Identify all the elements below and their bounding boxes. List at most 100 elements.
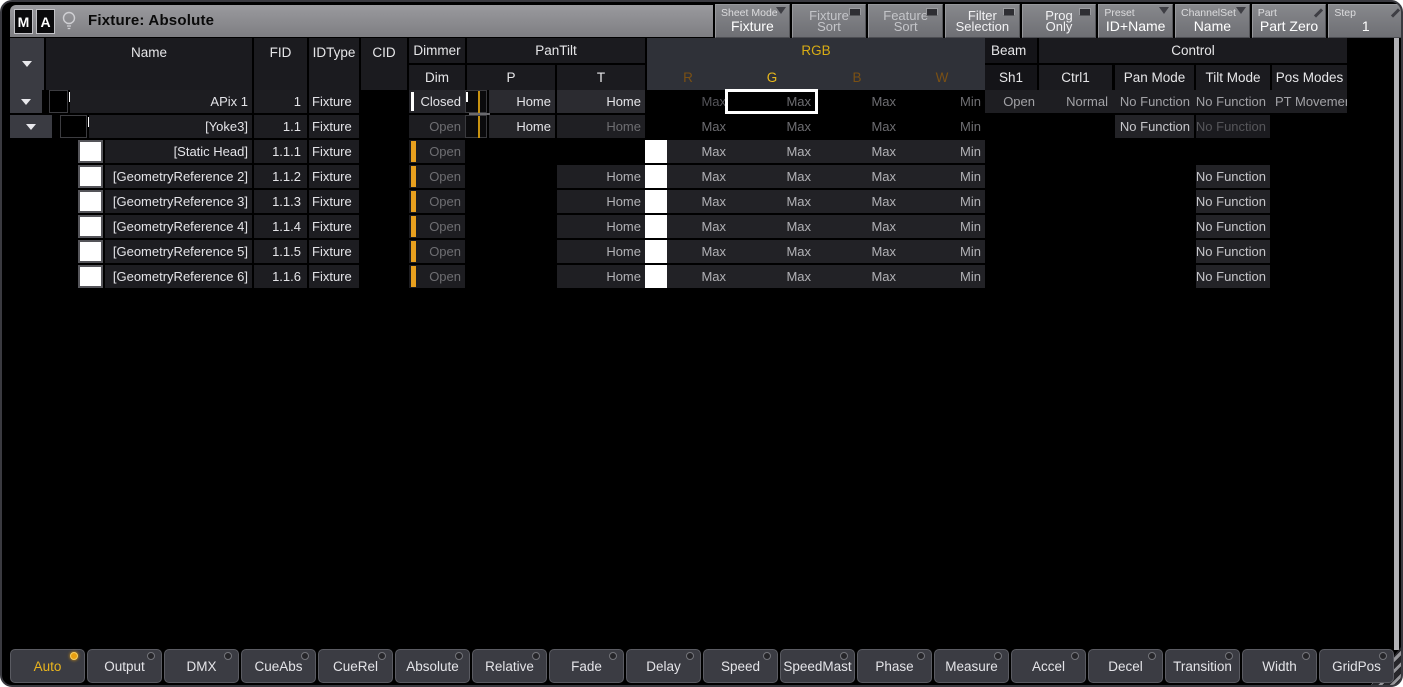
tab-fade[interactable]: Fade <box>549 649 624 683</box>
tab-decel[interactable]: Decel <box>1088 649 1163 683</box>
title-bar[interactable]: M A Fixture: Absolute <box>10 5 713 37</box>
cell-g[interactable]: Max <box>730 140 815 163</box>
column-header-green[interactable]: G <box>730 65 814 90</box>
cell-tilt-mode[interactable]: No Function <box>1196 215 1270 238</box>
group-header-control[interactable]: Control <box>1039 38 1347 63</box>
cell-idtype[interactable]: Fixture <box>309 240 359 263</box>
cell-g[interactable]: Max <box>730 190 815 213</box>
cell-tilt-mode[interactable]: No Function <box>1196 240 1270 263</box>
topbar-button-part[interactable]: PartPart Zero <box>1252 4 1327 38</box>
cell-w[interactable]: Min <box>900 240 985 263</box>
cell-fid[interactable]: 1.1 <box>254 115 307 138</box>
cell-w[interactable]: Min <box>900 265 985 288</box>
cell-idtype[interactable]: Fixture <box>309 90 359 113</box>
cell-b[interactable]: Max <box>815 140 900 163</box>
cell-r[interactable]: Max <box>645 165 730 188</box>
cell-dimmer[interactable]: Closed <box>409 90 465 113</box>
group-header-rgb[interactable]: RGB <box>647 38 985 63</box>
cell-pan-mode[interactable]: No Function <box>1115 115 1194 138</box>
topbar-button-prog-only[interactable]: ProgOnly <box>1022 4 1097 38</box>
tab-transition[interactable]: Transition <box>1165 649 1240 683</box>
cell-r[interactable]: Max <box>645 115 730 138</box>
cell-w[interactable]: Min <box>900 140 985 163</box>
cell-name[interactable]: [GeometryReference 2] <box>105 165 252 188</box>
column-header-pos-modes[interactable]: Pos Modes <box>1272 65 1347 90</box>
cell-r[interactable]: Max <box>645 90 730 113</box>
cell-tilt[interactable]: Home <box>557 240 645 263</box>
column-header-red[interactable]: R <box>647 65 729 90</box>
column-header-blue[interactable]: B <box>815 65 899 90</box>
cell-w[interactable]: Min <box>900 90 985 113</box>
table-row[interactable]: [GeometryReference 2]1.1.2FixtureOpenHom… <box>2 165 1403 188</box>
cell-w[interactable]: Min <box>900 190 985 213</box>
cell-name[interactable]: [GeometryReference 6] <box>105 265 252 288</box>
tab-phase[interactable]: Phase <box>857 649 932 683</box>
column-header-fid[interactable]: FID <box>254 38 307 90</box>
tab-measure[interactable]: Measure <box>934 649 1009 683</box>
tab-delay[interactable]: Delay <box>626 649 701 683</box>
cell-dimmer[interactable]: Open <box>409 190 465 213</box>
cell-name[interactable]: [GeometryReference 5] <box>105 240 252 263</box>
cell-r[interactable]: Max <box>645 265 730 288</box>
tab-speed[interactable]: Speed <box>703 649 778 683</box>
cell-tilt-mode[interactable]: No Function <box>1196 90 1270 113</box>
tree-collapse-header[interactable] <box>10 38 44 90</box>
cell-r[interactable]: Max <box>645 240 730 263</box>
cell-g[interactable]: Max <box>730 265 815 288</box>
cell-tilt-mode[interactable]: No Function <box>1196 165 1270 188</box>
table-row[interactable]: APix 11FixtureClosedHomeHomeMaxMaxMaxMin… <box>2 90 1403 113</box>
cell-w[interactable]: Min <box>900 165 985 188</box>
cell-b[interactable]: Max <box>815 240 900 263</box>
group-header-dimmer[interactable]: Dimmer <box>409 38 465 63</box>
tab-cueabs[interactable]: CueAbs <box>241 649 316 683</box>
cell-dimmer[interactable]: Open <box>409 115 465 138</box>
cell-pan[interactable]: Home <box>489 90 555 113</box>
cell-name[interactable]: APix 1 <box>70 90 252 113</box>
cell-pan-mode[interactable]: No Function <box>1115 90 1194 113</box>
cell-r[interactable]: Max <box>645 140 730 163</box>
table-row[interactable]: [GeometryReference 4]1.1.4FixtureOpenHom… <box>2 215 1403 238</box>
column-header-tilt[interactable]: T <box>557 65 645 90</box>
tab-dmx[interactable]: DMX <box>164 649 239 683</box>
column-header-cid[interactable]: CID <box>361 38 407 90</box>
cell-idtype[interactable]: Fixture <box>309 165 359 188</box>
cell-tilt[interactable]: Home <box>557 165 645 188</box>
cell-tilt-mode[interactable]: No Function <box>1196 265 1270 288</box>
cell-idtype[interactable]: Fixture <box>309 265 359 288</box>
tab-auto[interactable]: Auto <box>10 649 85 683</box>
cell-pan[interactable]: Home <box>489 115 555 138</box>
cell-idtype[interactable]: Fixture <box>309 140 359 163</box>
column-header-sh1[interactable]: Sh1 <box>985 65 1037 90</box>
cell-tilt[interactable]: Home <box>557 215 645 238</box>
table-row[interactable]: [GeometryReference 3]1.1.3FixtureOpenHom… <box>2 190 1403 213</box>
tree-expand-button[interactable] <box>10 115 52 138</box>
cell-fid[interactable]: 1.1.5 <box>254 240 307 263</box>
cell-idtype[interactable]: Fixture <box>309 215 359 238</box>
cell-g[interactable]: Max <box>730 240 815 263</box>
cell-name[interactable]: [Yoke3] <box>89 115 252 138</box>
topbar-button-feature-sort[interactable]: FeatureSort <box>868 4 943 38</box>
column-header-idtype[interactable]: IDType <box>309 38 359 90</box>
column-header-tilt-mode[interactable]: Tilt Mode <box>1196 65 1270 90</box>
tab-accel[interactable]: Accel <box>1011 649 1086 683</box>
cell-r[interactable]: Max <box>645 215 730 238</box>
cell-fid[interactable]: 1.1.3 <box>254 190 307 213</box>
cell-b[interactable]: Max <box>815 215 900 238</box>
cell-g[interactable]: Max <box>730 165 815 188</box>
cell-w[interactable]: Min <box>900 115 985 138</box>
cell-sh1[interactable]: Open <box>985 90 1039 113</box>
cell-fid[interactable]: 1 <box>254 90 307 113</box>
cell-g[interactable]: Max <box>730 215 815 238</box>
cell-g[interactable]: Max <box>730 115 815 138</box>
cell-fid[interactable]: 1.1.2 <box>254 165 307 188</box>
cell-tilt[interactable]: Home <box>557 265 645 288</box>
cell-dimmer[interactable]: Open <box>409 140 465 163</box>
column-header-ctrl1[interactable]: Ctrl1 <box>1039 65 1112 90</box>
tab-gridpos[interactable]: GridPos <box>1319 649 1394 683</box>
cell-tilt[interactable]: Home <box>557 90 645 113</box>
cell-ctrl1[interactable]: Normal <box>1041 90 1112 113</box>
column-header-pan-mode[interactable]: Pan Mode <box>1115 65 1194 90</box>
topbar-button-channelset[interactable]: ChannelSetName <box>1175 4 1250 38</box>
column-header-pan[interactable]: P <box>467 65 555 90</box>
cell-dimmer[interactable]: Open <box>409 265 465 288</box>
